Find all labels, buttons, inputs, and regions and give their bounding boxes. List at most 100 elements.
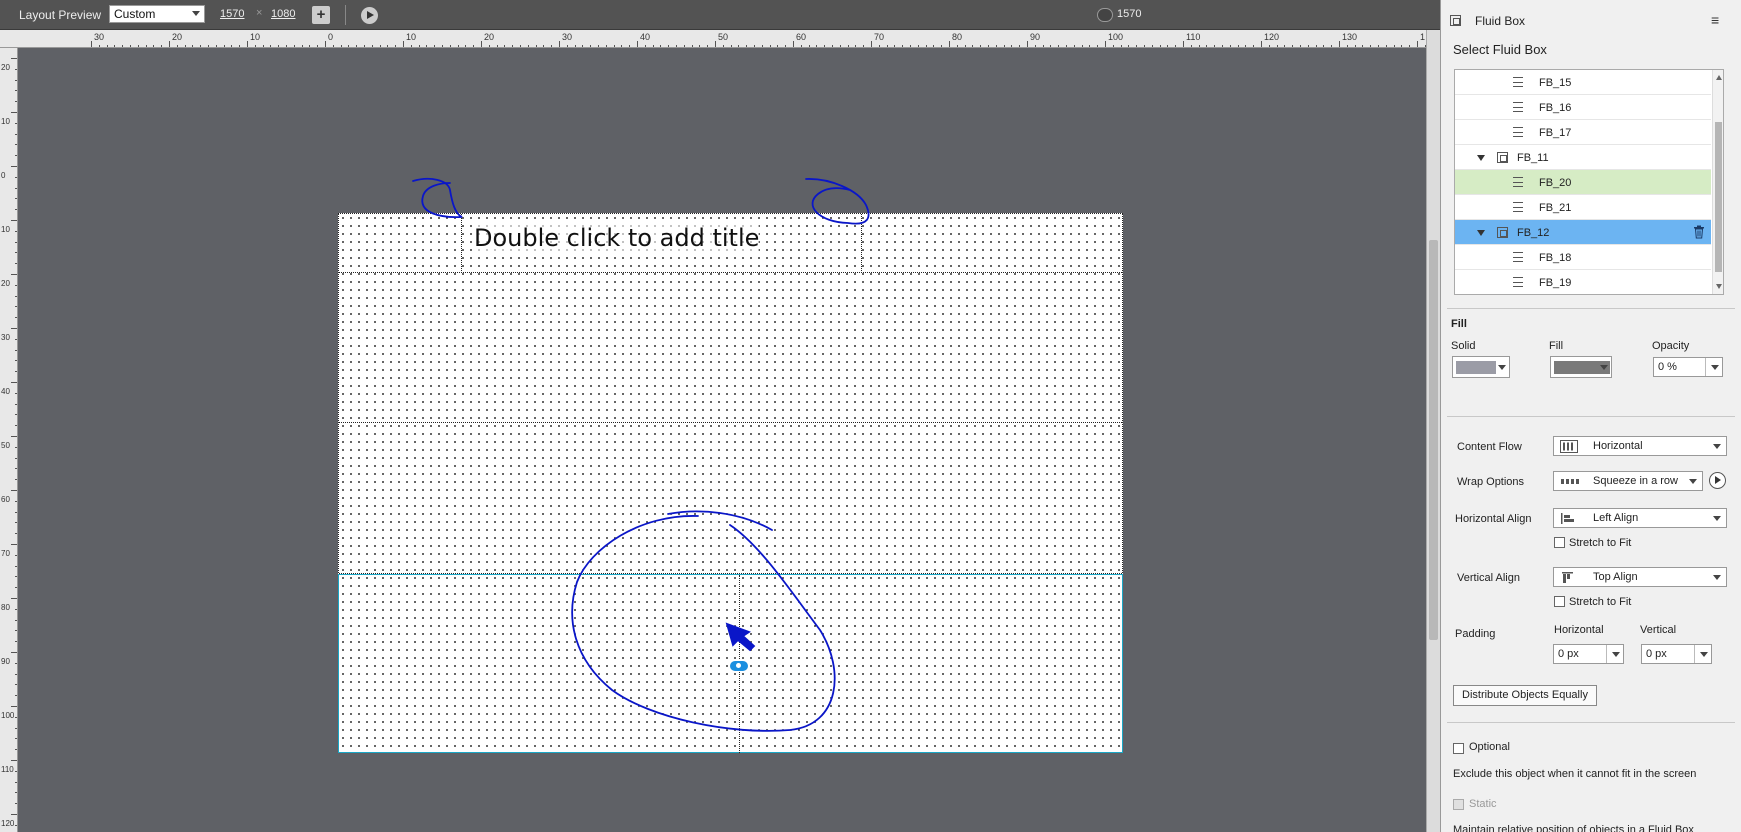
preview-toolbar: Layout Preview Custom 1570 × 1080 + 1570 — [0, 0, 1440, 30]
tree-item[interactable]: FB_11 — [1455, 145, 1711, 170]
horizontal-ruler[interactable]: 30 20 10 0 10 20 30 40 50 60 70 80 90 100 110 120 130 1 — [0, 30, 1426, 48]
ruler-label: 10 — [250, 32, 261, 42]
squeeze-row-icon — [1561, 479, 1579, 484]
width-field[interactable]: 1570 — [220, 8, 244, 20]
stepper-divider — [1705, 358, 1706, 376]
stage-canvas[interactable]: Double click to add title — [18, 48, 1426, 832]
ruler-label: 70 — [1, 549, 10, 558]
canvas-vertical-scrollbar[interactable] — [1426, 30, 1440, 832]
panel-header: Fluid Box ≡ — [1441, 0, 1741, 40]
ruler-tick — [11, 598, 17, 599]
row-layout-icon — [1513, 202, 1523, 212]
panel-menu-icon[interactable]: ≡ — [1711, 13, 1729, 27]
horizontal-flow-icon — [1560, 440, 1578, 453]
v-stretch-label: Stretch to Fit — [1569, 596, 1632, 608]
ruler-label: 90 — [1030, 32, 1041, 42]
ruler-tick — [1339, 41, 1340, 47]
content-flow-select[interactable]: Horizontal — [1553, 436, 1727, 456]
vertical-ruler[interactable]: 20 10 0 10 20 30 40 50 60 70 80 90 100 110 120 — [0, 48, 18, 832]
ruler-tick — [11, 328, 17, 329]
chevron-down-icon — [1600, 365, 1608, 370]
vertical-align-select[interactable]: Top Align — [1553, 567, 1727, 587]
horizontal-align-select[interactable]: Left Align — [1553, 508, 1727, 528]
h-stretch-checkbox[interactable] — [1554, 537, 1565, 548]
ruler-label: 0 — [328, 32, 334, 42]
ruler-label: 120 — [1264, 32, 1280, 42]
static-checkbox[interactable] — [1453, 799, 1464, 810]
fluid-box-11[interactable] — [339, 273, 1122, 423]
ruler-label: 30 — [94, 32, 105, 42]
chevron-down-icon — [1713, 575, 1721, 580]
scroll-up-icon[interactable] — [1716, 75, 1722, 80]
tree-item[interactable]: FB_12 — [1455, 220, 1711, 245]
ruler-tick — [11, 436, 17, 437]
play-preview-button[interactable] — [361, 7, 378, 24]
ruler-label: 110 — [1, 765, 14, 774]
title-placeholder[interactable]: Double click to add title — [474, 224, 760, 252]
ruler-label: 10 — [1, 225, 10, 234]
fill-heading: Fill — [1451, 318, 1467, 330]
solid-label: Solid — [1451, 340, 1476, 352]
ruler-label: 60 — [1, 495, 10, 504]
tree-item[interactable]: FB_20 — [1455, 170, 1711, 195]
tree-item[interactable]: FB_21 — [1455, 195, 1711, 220]
ruler-label: 20 — [1, 279, 10, 288]
chevron-down-icon — [1713, 444, 1721, 449]
chevron-down-icon — [1711, 365, 1719, 370]
add-preset-button[interactable]: + — [312, 6, 330, 24]
scroll-down-icon[interactable] — [1716, 284, 1722, 289]
preset-value: Custom — [114, 7, 156, 21]
ruler-tick — [325, 41, 326, 47]
height-field[interactable]: 1080 — [271, 8, 295, 20]
toolbar-divider — [345, 5, 346, 25]
ruler-label: 30 — [562, 32, 573, 42]
fluid-box-mid[interactable] — [339, 423, 1122, 574]
tree-item[interactable]: FB_15 — [1455, 70, 1711, 95]
padding-vertical-input[interactable]: 0 px — [1641, 644, 1712, 664]
wrap-preview-play-button[interactable] — [1709, 472, 1726, 489]
ruler-tick — [1183, 41, 1184, 47]
ruler-tick — [11, 706, 17, 707]
v-stretch-checkbox[interactable] — [1554, 596, 1565, 607]
scrollbar-thumb[interactable] — [1715, 122, 1722, 272]
tree-item[interactable]: FB_17 — [1455, 120, 1711, 145]
fluid-box-resize-handle[interactable] — [729, 660, 749, 672]
distribute-objects-button[interactable]: Distribute Objects Equally — [1453, 685, 1597, 706]
divider — [1447, 416, 1735, 417]
ruler-label: 80 — [952, 32, 963, 42]
preview-width-slider-handle[interactable] — [1097, 8, 1113, 22]
solid-color-picker[interactable] — [1452, 356, 1510, 378]
wrap-options-label: Wrap Options — [1457, 476, 1525, 488]
ruler-tick — [949, 41, 950, 47]
ruler-label: 10 — [1, 117, 10, 126]
content-flow-label: Content Flow — [1457, 441, 1522, 453]
expand-triangle-icon[interactable] — [1477, 155, 1485, 161]
ruler-label: 50 — [1, 441, 10, 450]
ruler-label: 120 — [1, 819, 15, 828]
optional-checkbox[interactable] — [1453, 743, 1464, 754]
ruler-tick — [481, 41, 482, 47]
tree-item[interactable]: FB_16 — [1455, 95, 1711, 120]
tree-item[interactable]: FB_18 — [1455, 245, 1711, 270]
trash-icon[interactable] — [1693, 225, 1705, 239]
expand-triangle-icon[interactable] — [1477, 230, 1485, 236]
ruler-tick — [1417, 41, 1418, 47]
ruler-tick — [169, 41, 170, 47]
opacity-input[interactable]: 0 % — [1653, 357, 1723, 377]
padding-label: Padding — [1455, 628, 1496, 640]
layout-preview-label: Layout Preview — [19, 8, 102, 22]
ruler-label: 110 — [1186, 32, 1201, 42]
scrollbar-thumb[interactable] — [1429, 240, 1438, 640]
padding-vertical-label: Vertical — [1640, 624, 1677, 636]
ruler-tick — [11, 652, 17, 653]
tree-item[interactable]: FB_19 — [1455, 270, 1711, 294]
wrap-options-select[interactable]: Squeeze in a row — [1553, 471, 1703, 491]
padding-horizontal-input[interactable]: 0 px — [1553, 644, 1624, 664]
tree-scrollbar[interactable] — [1712, 70, 1723, 294]
slide-page[interactable]: Double click to add title — [338, 213, 1123, 753]
fill-type-picker[interactable] — [1550, 356, 1612, 378]
solid-color-swatch — [1456, 361, 1496, 374]
preset-select[interactable]: Custom — [109, 5, 205, 23]
fluid-box-icon — [1497, 152, 1508, 163]
fluid-box-tree[interactable]: FB_15 FB_16 FB_17 FB_11 FB_20 FB_21 FB_12 FB_18… — [1454, 69, 1724, 295]
